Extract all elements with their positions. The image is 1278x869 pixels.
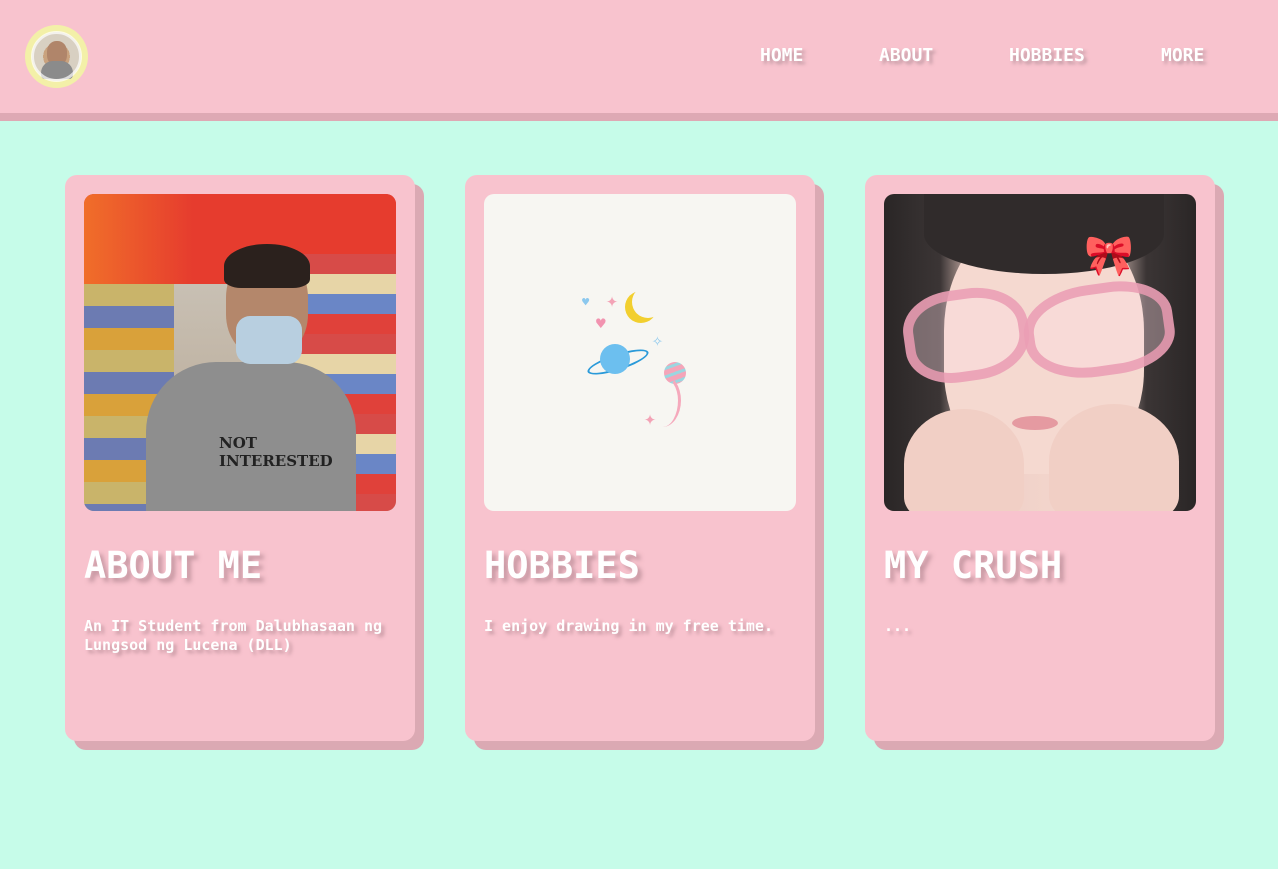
- nav-home-link[interactable]: HOME: [760, 45, 803, 66]
- girl-lips: [1012, 416, 1058, 430]
- person-hair: [224, 244, 310, 288]
- card-about-me: NOT INTERESTED ABOUT ME An IT Student fr…: [65, 175, 424, 750]
- card-description: ...: [884, 617, 912, 635]
- about-me-photo: NOT INTERESTED: [84, 194, 396, 511]
- hoodie-print-text: NOT INTERESTED: [219, 434, 333, 470]
- hobbies-doodle-image: ♥ ♥ ✦ ✧ ✦: [484, 194, 796, 511]
- sparkle-icon: ✧: [652, 330, 663, 351]
- card-title: MY CRUSH: [884, 544, 1063, 587]
- card-my-crush: 🎀 MY CRUSH ...: [865, 175, 1224, 750]
- nav-menu: HOME ABOUT HOBBIES MORE: [0, 45, 1278, 69]
- moon-icon: [632, 286, 664, 318]
- card-body: 🎀 MY CRUSH ...: [865, 175, 1215, 741]
- card-title: HOBBIES: [484, 544, 640, 587]
- nav-more-link[interactable]: MORE: [1161, 45, 1204, 66]
- card-description: An IT Student from Dalubhasaan ng Lungso…: [84, 617, 383, 654]
- person-face-mask: [236, 316, 302, 364]
- sparkle-icon: ✦: [644, 406, 657, 430]
- card-body: ♥ ♥ ✦ ✧ ✦ HOBBIES I enjoy drawing in my …: [465, 175, 815, 741]
- heart-icon: ♥: [582, 295, 590, 309]
- top-navbar: HOME ABOUT HOBBIES MORE: [0, 0, 1278, 113]
- girl-hand-right: [1049, 404, 1179, 511]
- card-hobbies: ♥ ♥ ✦ ✧ ✦ HOBBIES I enjoy drawing in my …: [465, 175, 824, 750]
- pink-bow-icon: 🎀: [1084, 233, 1134, 279]
- heart-icon: ♥: [596, 314, 606, 333]
- card-body: NOT INTERESTED ABOUT ME An IT Student fr…: [65, 175, 415, 741]
- nav-hobbies-link[interactable]: HOBBIES: [1009, 45, 1085, 66]
- planet-icon: [600, 344, 630, 374]
- nav-about-link[interactable]: ABOUT: [879, 45, 933, 66]
- girl-hand-left: [904, 409, 1024, 511]
- card-description: I enjoy drawing in my free time.: [484, 617, 773, 635]
- sparkle-icon: ✦: [606, 288, 619, 312]
- card-title: ABOUT ME: [84, 544, 263, 587]
- my-crush-photo: 🎀: [884, 194, 1196, 511]
